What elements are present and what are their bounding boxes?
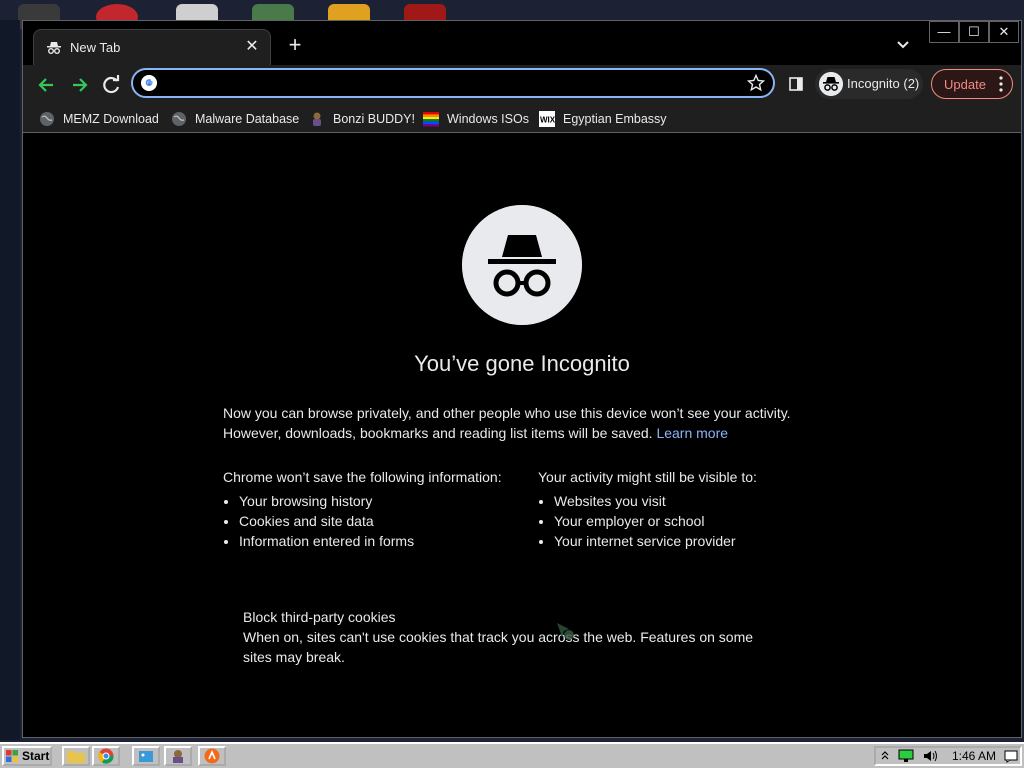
system-tray: 1:46 AM [874,746,1022,766]
not-saved-list: Your browsing history Cookies and site d… [223,491,523,551]
bookmark-label: Malware Database [195,112,300,126]
intro-paragraph: Now you can browse privately, and other … [223,403,823,443]
chevron-down-icon[interactable] [893,35,913,55]
notification-icon[interactable] [1004,749,1018,763]
still-visible-heading: Your activity might still be visible to: [538,469,757,485]
maximize-button[interactable]: ☐ [959,21,989,43]
new-tab-button[interactable]: + [283,34,307,58]
cookies-title: Block third-party cookies [243,609,396,625]
learn-more-link[interactable]: Learn more [656,425,728,441]
start-label: Start [22,749,50,763]
desktop-background [0,20,20,740]
incognito-icon [462,205,582,325]
bookmark-label: Egyptian Embassy [563,112,667,126]
list-item: Information entered in forms [239,531,523,551]
avast-icon [204,748,220,764]
volume-icon[interactable] [922,749,938,763]
google-icon [141,75,157,91]
tab-new-tab[interactable]: New Tab ✕ [33,29,271,65]
chevron-up-icon[interactable] [880,749,890,763]
profile-button[interactable]: Incognito (2) [815,69,923,99]
list-item: Cookies and site data [239,511,523,531]
globe-icon [172,112,186,126]
address-bar[interactable] [131,68,775,98]
reload-icon[interactable] [97,71,125,99]
tab-title: New Tab [70,40,121,55]
taskbar-app-avast[interactable] [198,746,226,766]
bonzi-cursor-icon [557,623,574,640]
not-saved-heading: Chrome won’t save the following informat… [223,469,502,485]
start-button[interactable]: Start [2,746,52,766]
globe-icon [40,112,54,126]
tab-strip: New Tab ✕ + — ☐ ✕ [23,21,1021,65]
wix-icon: WIX [539,111,555,127]
bookmark-label: Bonzi BUDDY! [333,112,415,126]
list-item: Your employer or school [554,511,838,531]
svg-text:WIX: WIX [540,116,555,125]
still-visible-column: Your activity might still be visible to:… [538,467,838,551]
still-visible-list: Websites you visit Your employer or scho… [538,491,838,551]
taskbar-app-explorer[interactable] [62,746,90,766]
cookies-description: When on, sites can't use cookies that tr… [243,629,754,665]
bonzi-icon [313,112,321,126]
intro-line-2: However, downloads, bookmarks and readin… [223,425,653,441]
taskbar-app-chrome[interactable] [92,746,120,766]
list-item: Websites you visit [554,491,838,511]
desktop-icons-strip [0,0,1024,30]
clock: 1:46 AM [952,749,997,763]
incognito-page: You’ve gone Incognito Now you can browse… [23,133,1021,737]
back-icon[interactable] [33,71,61,99]
side-panel-icon[interactable] [789,77,803,91]
bonzi-icon [173,750,183,763]
tab-close-icon[interactable]: ✕ [242,37,262,57]
forward-icon[interactable] [65,71,93,99]
update-label: Update [944,77,986,92]
network-icon[interactable] [898,749,914,763]
address-input[interactable] [165,74,729,94]
list-item: Your browsing history [239,491,523,511]
third-party-cookies-section: Block third-party cookies When on, sites… [243,607,783,667]
taskbar-app-paint[interactable] [132,746,160,766]
menu-dots-icon[interactable] [998,74,1004,94]
folder-icon [67,751,85,763]
update-button[interactable]: Update [931,69,1013,99]
profile-label: Incognito (2) [847,76,920,91]
paint-icon [139,751,153,762]
taskbar: Start 1:46 AM [0,742,1024,768]
taskbar-app-bonzi[interactable] [164,746,192,766]
page-title: You’ve gone Incognito [414,351,630,376]
list-item: Your internet service provider [554,531,838,551]
chrome-icon [98,748,114,764]
incognito-icon [819,72,843,96]
rainbow-flag-icon [423,112,439,127]
bookmark-label: MEMZ Download [63,112,159,126]
browser-window: New Tab ✕ + — ☐ ✕ Incognito (2) Update M… [22,20,1022,738]
windows-logo-icon [6,750,18,762]
bookmarks-bar: MEMZ Download Malware Database Bonzi BUD… [23,105,1021,133]
bookmark-star-icon[interactable] [747,74,765,92]
toolbar: Incognito (2) Update [23,65,1021,105]
incognito-icon [47,42,61,54]
bookmark-label: Windows ISOs [447,112,529,126]
not-saved-column: Chrome won’t save the following informat… [223,467,523,551]
minimize-button[interactable]: — [929,21,959,43]
close-window-button[interactable]: ✕ [989,21,1019,43]
intro-line-1: Now you can browse privately, and other … [223,405,791,421]
